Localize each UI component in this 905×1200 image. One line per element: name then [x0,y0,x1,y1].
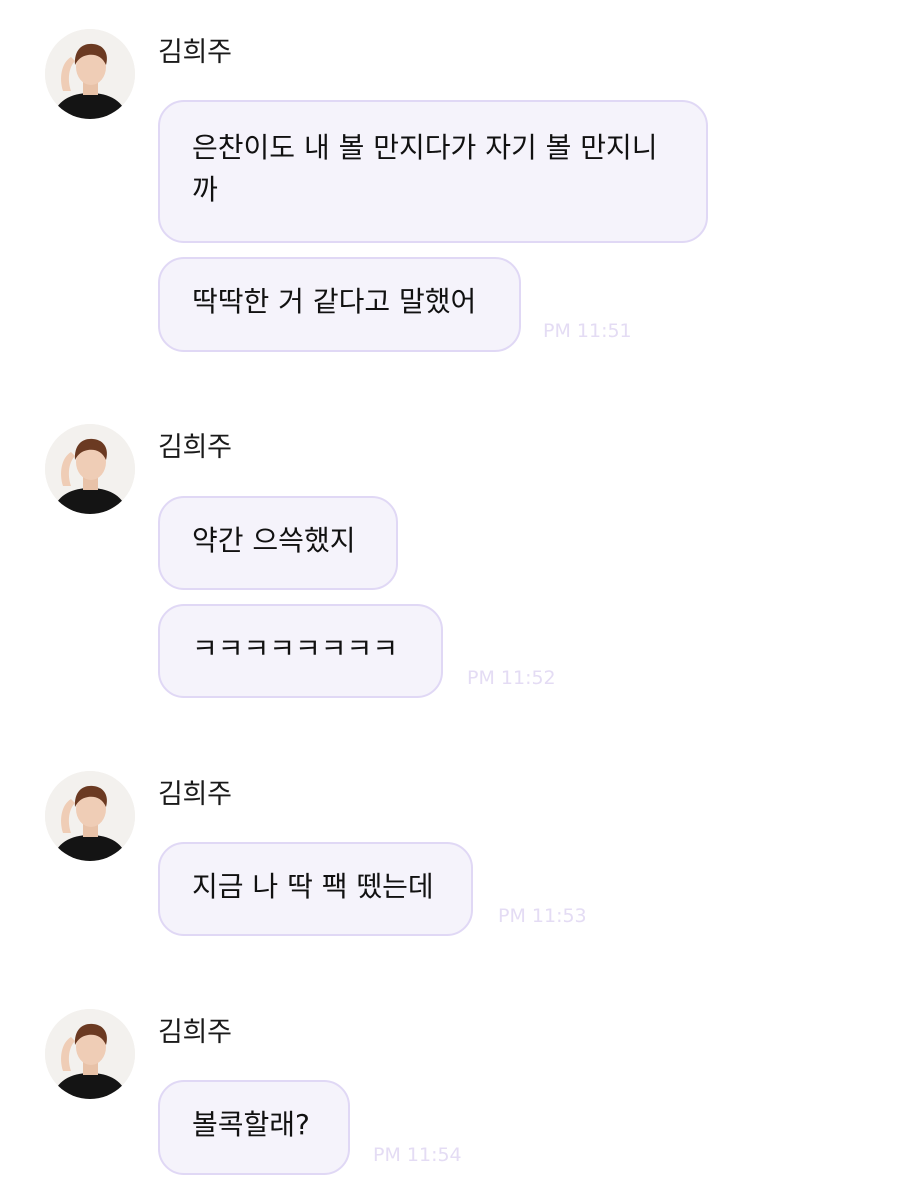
sender-name: 김희주 [158,37,232,68]
avatar[interactable] [45,29,135,119]
message-bubble[interactable]: ㅋㅋㅋㅋㅋㅋㅋㅋ [158,604,443,698]
timestamp: PM 11:51 [543,320,632,342]
message-bubble[interactable]: 은찬이도 내 볼 만지다가 자기 볼 만지니 까 [158,100,708,243]
profile-photo-icon [45,771,135,861]
profile-photo-icon [45,424,135,514]
message-bubble[interactable]: 딱딱한 거 같다고 말했어 [158,257,521,352]
avatar[interactable] [45,771,135,861]
message-bubble[interactable]: 볼콕할래? [158,1080,350,1175]
message-bubble[interactable]: 지금 나 딱 팩 뗐는데 [158,842,473,936]
message-bubble[interactable]: 약간 으쓱했지 [158,496,398,590]
sender-name: 김희주 [158,432,232,463]
timestamp: PM 11:52 [467,667,556,689]
avatar[interactable] [45,424,135,514]
avatar[interactable] [45,1009,135,1099]
sender-name: 김희주 [158,779,232,810]
sender-name: 김희주 [158,1017,232,1048]
profile-photo-icon [45,29,135,119]
timestamp: PM 11:53 [498,905,587,927]
timestamp: PM 11:54 [373,1144,462,1166]
profile-photo-icon [45,1009,135,1099]
